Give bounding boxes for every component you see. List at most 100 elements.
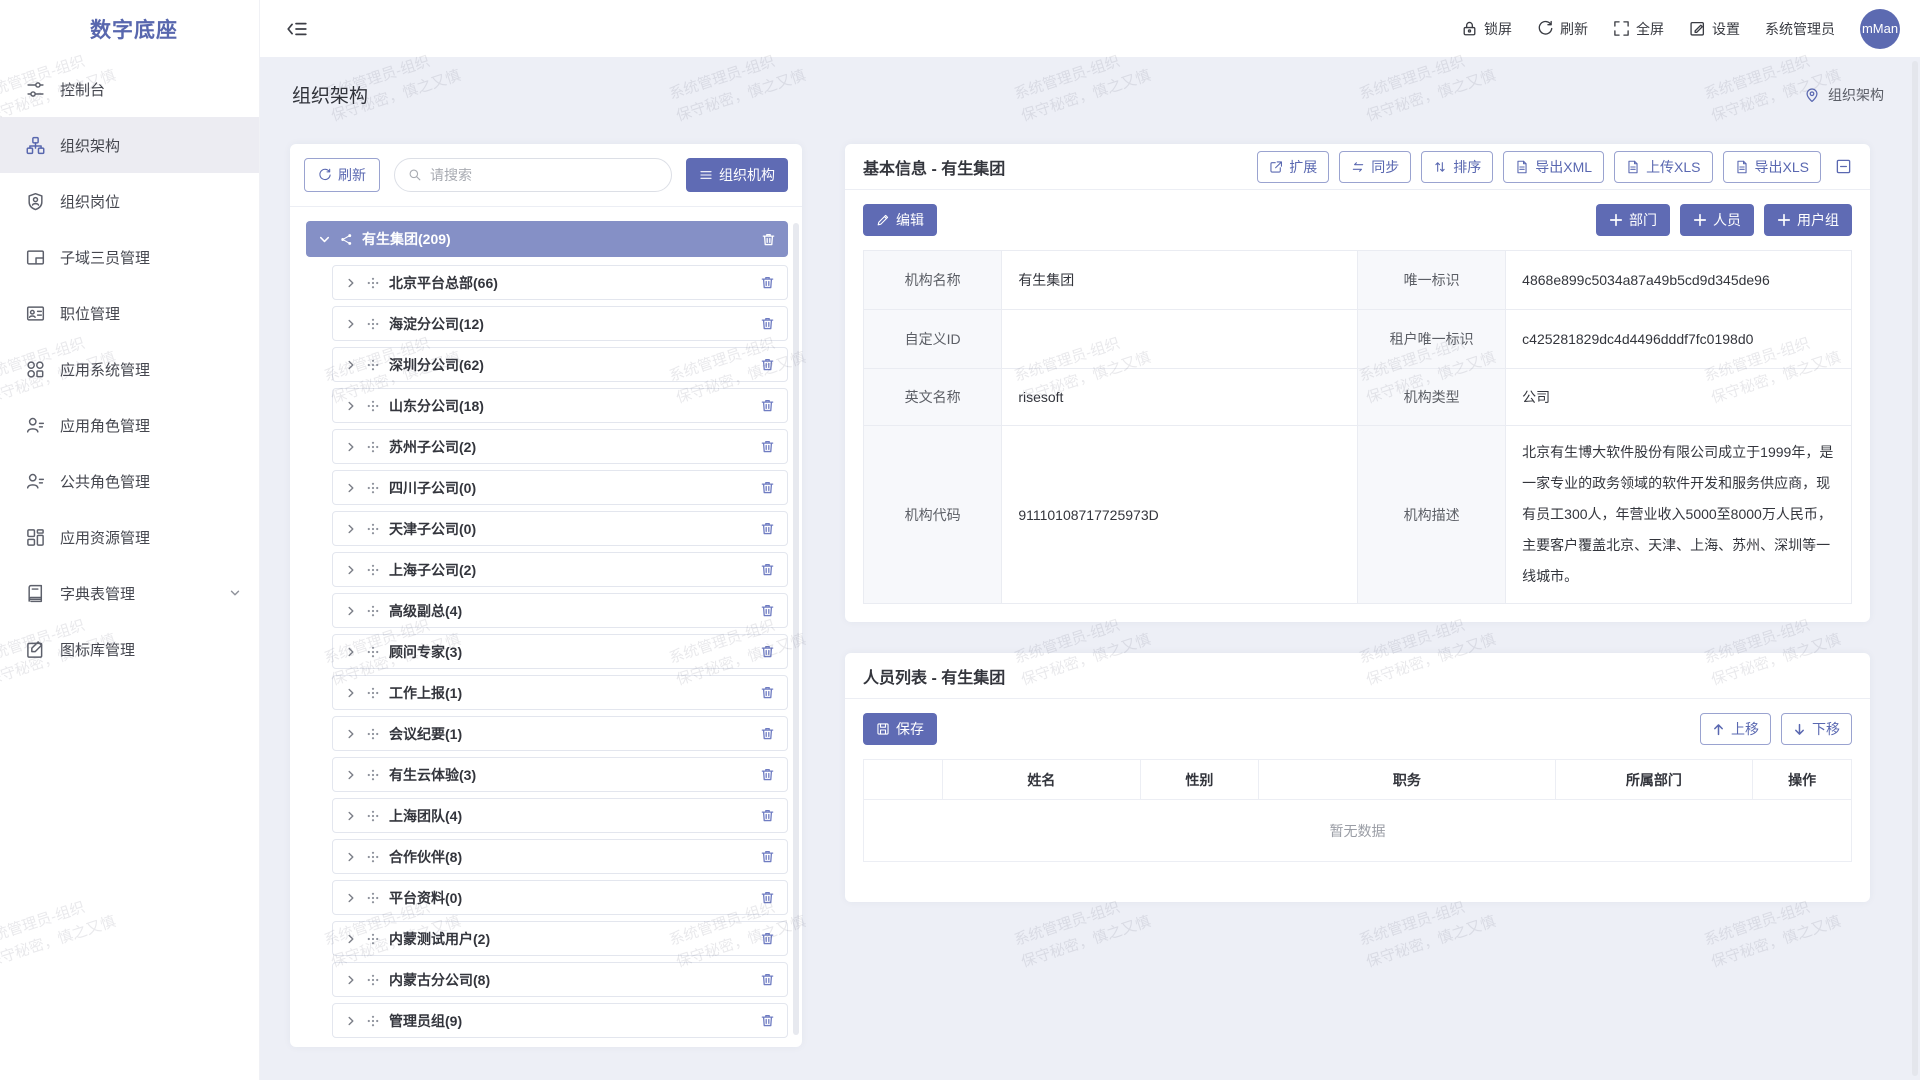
trash-icon[interactable] <box>760 603 775 618</box>
avatar[interactable]: mMan <box>1860 9 1900 49</box>
drag-handle-icon[interactable] <box>367 933 379 945</box>
chevron-right-icon[interactable] <box>345 277 357 289</box>
trash-icon[interactable] <box>760 644 775 659</box>
tree-node[interactable]: 上海子公司(2) <box>332 552 788 587</box>
chevron-right-icon[interactable] <box>345 810 357 822</box>
chevron-right-icon[interactable] <box>345 728 357 740</box>
tree-node[interactable]: 海淀分公司(12) <box>332 306 788 341</box>
drag-handle-icon[interactable] <box>367 523 379 535</box>
refresh-page-button[interactable]: 刷新 <box>1537 19 1588 39</box>
drag-handle-icon[interactable] <box>367 851 379 863</box>
sidebar-item-dictionary[interactable]: 字典表管理 <box>0 565 259 621</box>
expand-button[interactable]: 扩展 <box>1257 151 1329 183</box>
drag-handle-icon[interactable] <box>367 687 379 699</box>
move-up-button[interactable]: 上移 <box>1700 713 1771 745</box>
tree-scrollbar[interactable] <box>793 223 799 1035</box>
trash-icon[interactable] <box>760 562 775 577</box>
tree-node[interactable]: 管理员组(9) <box>332 1003 788 1038</box>
upload-xls-button[interactable]: 上传XLS <box>1614 151 1712 183</box>
sidebar-item-app-system[interactable]: 应用系统管理 <box>0 341 259 397</box>
trash-icon[interactable] <box>760 521 775 536</box>
move-down-button[interactable]: 下移 <box>1781 713 1852 745</box>
drag-handle-icon[interactable] <box>367 482 379 494</box>
tree-node[interactable]: 顾问专家(3) <box>332 634 788 669</box>
lock-screen-button[interactable]: 锁屏 <box>1461 19 1512 39</box>
tree-node[interactable]: 深圳分公司(62) <box>332 347 788 382</box>
chevron-right-icon[interactable] <box>345 318 357 330</box>
sort-button[interactable]: 排序 <box>1421 151 1493 183</box>
sidebar-item-console[interactable]: 控制台 <box>0 61 259 117</box>
trash-icon[interactable] <box>760 890 775 905</box>
drag-handle-icon[interactable] <box>367 1015 379 1027</box>
sidebar-item-icon-library[interactable]: 图标库管理 <box>0 621 259 677</box>
sidebar-item-app-resource[interactable]: 应用资源管理 <box>0 509 259 565</box>
drag-handle-icon[interactable] <box>367 359 379 371</box>
tree-node[interactable]: 内蒙古分公司(8) <box>332 962 788 997</box>
page-scrollbar[interactable] <box>1912 61 1918 1076</box>
chevron-right-icon[interactable] <box>345 1015 357 1027</box>
trash-icon[interactable] <box>760 767 775 782</box>
add-department-button[interactable]: 部门 <box>1596 204 1670 236</box>
fullscreen-button[interactable]: 全屏 <box>1613 19 1664 39</box>
tree-node[interactable]: 合作伙伴(8) <box>332 839 788 874</box>
chevron-right-icon[interactable] <box>345 523 357 535</box>
trash-icon[interactable] <box>760 275 775 290</box>
current-username[interactable]: 系统管理员 <box>1765 19 1835 39</box>
tree-node[interactable]: 天津子公司(0) <box>332 511 788 546</box>
trash-icon[interactable] <box>760 685 775 700</box>
sync-button[interactable]: 同步 <box>1339 151 1411 183</box>
sidebar-item-org-post[interactable]: 组织岗位 <box>0 173 259 229</box>
chevron-right-icon[interactable] <box>345 441 357 453</box>
chevron-right-icon[interactable] <box>345 687 357 699</box>
tree-node[interactable]: 苏州子公司(2) <box>332 429 788 464</box>
tree-node[interactable]: 山东分公司(18) <box>332 388 788 423</box>
minimize-panel-icon[interactable] <box>1835 158 1852 175</box>
drag-handle-icon[interactable] <box>367 605 379 617</box>
chevron-right-icon[interactable] <box>345 769 357 781</box>
drag-handle-icon[interactable] <box>367 769 379 781</box>
drag-handle-icon[interactable] <box>367 318 379 330</box>
chevron-right-icon[interactable] <box>345 646 357 658</box>
trash-icon[interactable] <box>760 480 775 495</box>
trash-icon[interactable] <box>760 931 775 946</box>
sidebar-item-public-role[interactable]: 公共角色管理 <box>0 453 259 509</box>
drag-handle-icon[interactable] <box>367 646 379 658</box>
chevron-right-icon[interactable] <box>345 851 357 863</box>
drag-handle-icon[interactable] <box>367 728 379 740</box>
tree-node[interactable]: 北京平台总部(66) <box>332 265 788 300</box>
trash-icon[interactable] <box>760 808 775 823</box>
trash-icon[interactable] <box>760 316 775 331</box>
drag-handle-icon[interactable] <box>367 810 379 822</box>
tree-node[interactable]: 有生云体验(3) <box>332 757 788 792</box>
export-xls-button[interactable]: 导出XLS <box>1723 151 1821 183</box>
export-xml-button[interactable]: 导出XML <box>1503 151 1604 183</box>
tree-node[interactable]: 上海团队(4) <box>332 798 788 833</box>
tree-node[interactable]: 会议纪要(1) <box>332 716 788 751</box>
drag-handle-icon[interactable] <box>367 441 379 453</box>
drag-handle-icon[interactable] <box>367 974 379 986</box>
save-button[interactable]: 保存 <box>863 713 937 745</box>
tree-search-input[interactable] <box>430 167 658 183</box>
chevron-right-icon[interactable] <box>345 564 357 576</box>
sidebar-item-org-structure[interactable]: 组织架构 <box>0 117 259 173</box>
sidebar-collapse-icon[interactable] <box>286 18 308 40</box>
chevron-right-icon[interactable] <box>345 933 357 945</box>
drag-handle-icon[interactable] <box>367 564 379 576</box>
chevron-right-icon[interactable] <box>345 400 357 412</box>
tree-node[interactable]: 高级副总(4) <box>332 593 788 628</box>
drag-handle-icon[interactable] <box>367 277 379 289</box>
tree-root-node[interactable]: 有生集团(209) <box>306 221 788 257</box>
trash-icon[interactable] <box>761 232 776 247</box>
chevron-down-icon[interactable] <box>318 233 331 246</box>
sidebar-item-app-role[interactable]: 应用角色管理 <box>0 397 259 453</box>
trash-icon[interactable] <box>760 439 775 454</box>
sidebar-item-subdomain[interactable]: 子域三员管理 <box>0 229 259 285</box>
tree-refresh-button[interactable]: 刷新 <box>304 158 380 192</box>
settings-button[interactable]: 设置 <box>1689 19 1740 39</box>
chevron-right-icon[interactable] <box>345 892 357 904</box>
drag-handle-icon[interactable] <box>367 400 379 412</box>
trash-icon[interactable] <box>760 1013 775 1028</box>
trash-icon[interactable] <box>760 972 775 987</box>
tree-node[interactable]: 四川子公司(0) <box>332 470 788 505</box>
add-person-button[interactable]: 人员 <box>1680 204 1754 236</box>
